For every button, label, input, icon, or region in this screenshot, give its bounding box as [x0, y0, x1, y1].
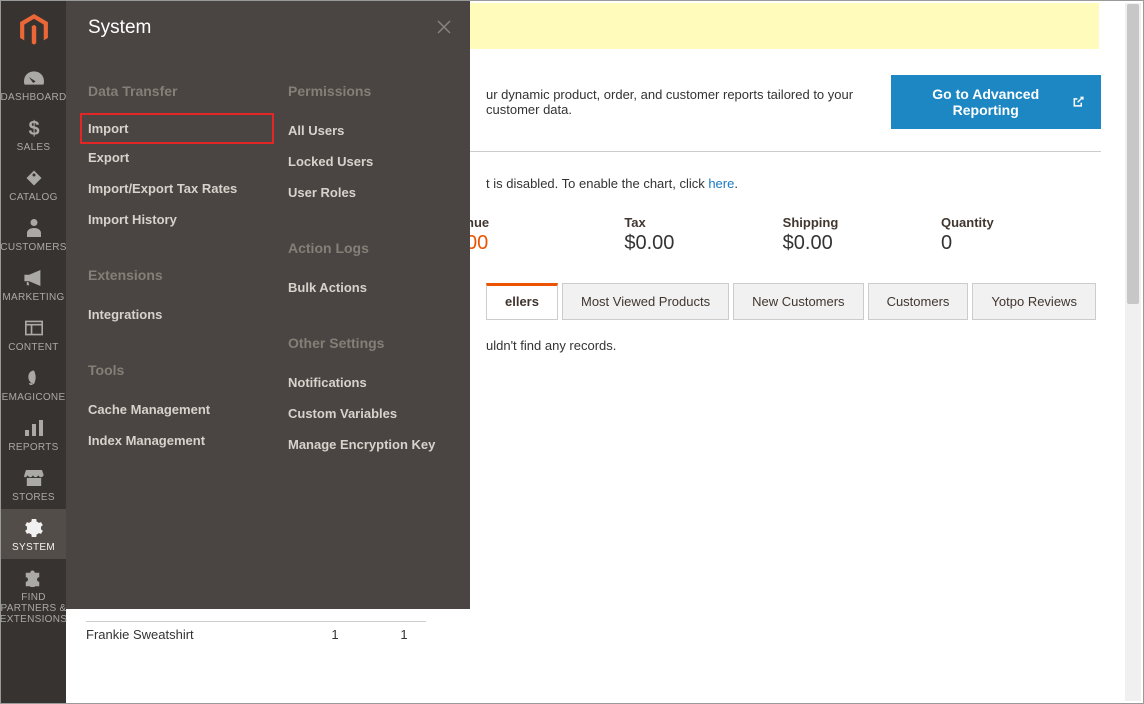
- nav-label: STORES: [12, 492, 55, 503]
- nav-label: CATALOG: [9, 192, 57, 203]
- bar-chart-icon: [25, 417, 43, 438]
- link-user-roles[interactable]: User Roles: [288, 177, 466, 208]
- svg-text:$: $: [28, 118, 39, 138]
- magento-logo-icon: [20, 14, 48, 46]
- tab-new-customers[interactable]: New Customers: [733, 283, 863, 320]
- gear-icon: [25, 517, 43, 538]
- nav-label: REPORTS: [8, 442, 58, 453]
- product-name-cell: Frankie Sweatshirt: [86, 627, 276, 642]
- gauge-icon: [24, 67, 44, 88]
- close-icon[interactable]: [436, 19, 452, 38]
- nav-customers[interactable]: CUSTOMERS: [1, 209, 66, 259]
- link-bulk-actions[interactable]: Bulk Actions: [288, 272, 466, 303]
- puzzle-icon: [25, 567, 43, 588]
- stat-shipping-label: Shipping: [783, 215, 903, 230]
- stat-quantity-value: 0: [941, 232, 1061, 255]
- nav-label: MARKETING: [2, 292, 64, 303]
- link-import[interactable]: Import: [80, 113, 274, 144]
- link-export[interactable]: Export: [88, 142, 266, 173]
- link-cache-management[interactable]: Cache Management: [88, 394, 266, 425]
- tab-yotpo-reviews[interactable]: Yotpo Reviews: [972, 283, 1096, 320]
- chart-note-text: t is disabled. To enable the chart, clic…: [486, 176, 708, 191]
- tab-bestsellers[interactable]: ellers: [486, 283, 558, 320]
- stat-revenue-value: 00: [466, 232, 586, 255]
- group-permissions: Permissions: [288, 77, 466, 115]
- admin-sidebar: DASHBOARD $ SALES CATALOG CUSTOMERS MARK…: [1, 1, 66, 703]
- stat-quantity-label: Quantity: [941, 215, 1061, 230]
- stat-tax-label: Tax: [624, 215, 744, 230]
- nav-marketing[interactable]: MARKETING: [1, 259, 66, 309]
- nav-label: FIND PARTNERS & EXTENSIONS: [0, 592, 67, 625]
- nav-label: SALES: [17, 142, 51, 153]
- link-integrations[interactable]: Integrations: [88, 299, 266, 330]
- adv-reporting-desc: ur dynamic product, order, and customer …: [486, 87, 891, 117]
- group-tools: Tools: [88, 356, 266, 394]
- cell-value: 1: [394, 627, 414, 642]
- system-flyout: System Data Transfer Import Export Impor…: [66, 1, 470, 609]
- stat-shipping-value: $0.00: [783, 232, 903, 255]
- megaphone-icon: [24, 267, 44, 288]
- link-tax-rates[interactable]: Import/Export Tax Rates: [88, 173, 266, 204]
- storefront-icon: [24, 467, 44, 488]
- link-index-management[interactable]: Index Management: [88, 425, 266, 456]
- external-link-icon: [1072, 95, 1084, 109]
- link-custom-variables[interactable]: Custom Variables: [288, 398, 466, 429]
- link-locked-users[interactable]: Locked Users: [288, 146, 466, 177]
- cell-value: 1: [276, 627, 394, 642]
- adv-reporting-button-label: Go to Advanced Reporting: [908, 86, 1064, 118]
- go-to-advanced-reporting-button[interactable]: Go to Advanced Reporting: [891, 75, 1101, 129]
- tab-customers[interactable]: Customers: [868, 283, 969, 320]
- nav-stores[interactable]: STORES: [1, 459, 66, 509]
- table-row[interactable]: Frankie Sweatshirt 1 1: [86, 621, 426, 647]
- tab-most-viewed-products[interactable]: Most Viewed Products: [562, 283, 729, 320]
- nav-reports[interactable]: REPORTS: [1, 409, 66, 459]
- user-icon: [27, 217, 41, 238]
- group-action-logs: Action Logs: [288, 234, 466, 272]
- enable-chart-link[interactable]: here: [708, 176, 734, 191]
- group-other-settings: Other Settings: [288, 329, 466, 367]
- tag-icon: [25, 167, 43, 188]
- chart-note-period: .: [734, 176, 738, 191]
- link-import-history[interactable]: Import History: [88, 204, 266, 235]
- link-all-users[interactable]: All Users: [288, 115, 466, 146]
- nav-label: CUSTOMERS: [0, 242, 66, 253]
- stat-tax-value: $0.00: [624, 232, 744, 255]
- scrollbar-thumb[interactable]: [1127, 4, 1139, 304]
- flyout-title: System: [88, 17, 151, 39]
- stat-revenue-label: nue: [466, 215, 586, 230]
- nav-catalog[interactable]: CATALOG: [1, 159, 66, 209]
- layout-icon: [25, 317, 43, 338]
- magento-logo[interactable]: [1, 1, 66, 59]
- group-data-transfer: Data Transfer: [88, 77, 266, 115]
- chart-disabled-note: t is disabled. To enable the chart, clic…: [486, 176, 1101, 191]
- nav-label: SYSTEM: [12, 542, 55, 553]
- link-notifications[interactable]: Notifications: [288, 367, 466, 398]
- nav-sales[interactable]: $ SALES: [1, 109, 66, 159]
- nav-dashboard[interactable]: DASHBOARD: [1, 59, 66, 109]
- dollar-icon: $: [28, 117, 40, 138]
- nav-content[interactable]: CONTENT: [1, 309, 66, 359]
- nav-system[interactable]: SYSTEM: [1, 509, 66, 559]
- nav-label: DASHBOARD: [0, 92, 66, 103]
- nav-label: EMAGICONE: [2, 392, 66, 403]
- vertical-scrollbar[interactable]: [1125, 3, 1141, 701]
- leaf-icon: [25, 367, 43, 388]
- nav-label: CONTENT: [8, 342, 58, 353]
- nav-emagicone[interactable]: EMAGICONE: [1, 359, 66, 409]
- link-manage-encryption-key[interactable]: Manage Encryption Key: [288, 429, 466, 460]
- group-extensions: Extensions: [88, 261, 266, 299]
- nav-find-partners[interactable]: FIND PARTNERS & EXTENSIONS: [1, 559, 66, 631]
- empty-records-message: uldn't find any records.: [486, 338, 1101, 353]
